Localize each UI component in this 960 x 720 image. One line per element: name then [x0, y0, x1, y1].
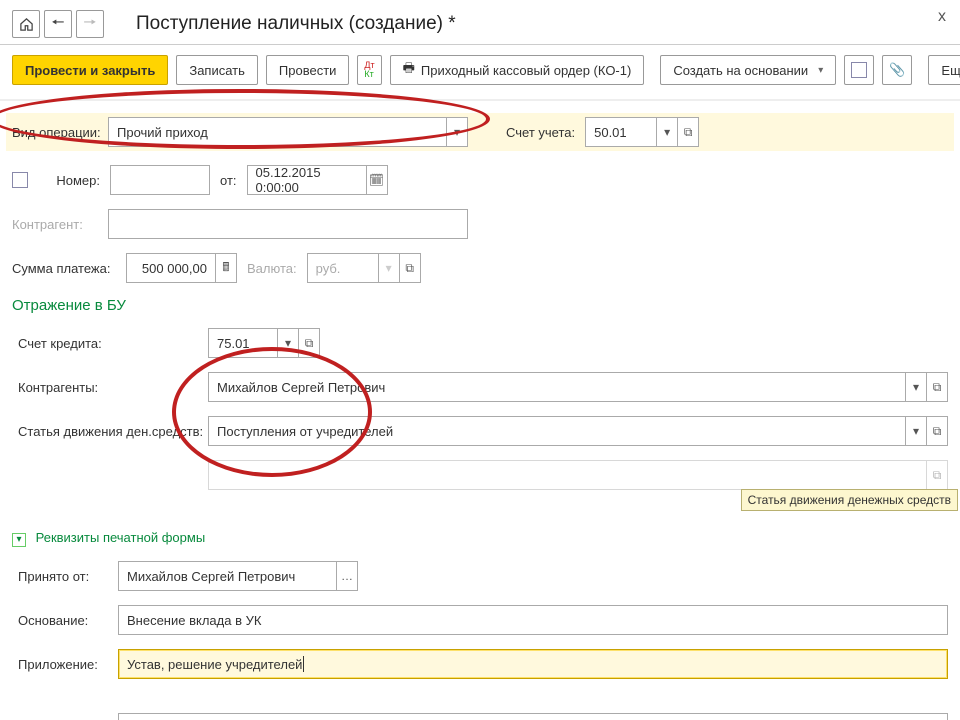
create-based-on-button[interactable]: Создать на основании ▾ — [660, 55, 836, 85]
label-attachment: Приложение: — [18, 657, 108, 672]
open-icon[interactable]: ⧉ — [926, 416, 948, 446]
printer-icon: 🖶 — [403, 59, 415, 81]
chevron-down-icon: ▾ — [818, 65, 823, 76]
open-icon[interactable]: ⧉ — [677, 117, 699, 147]
comment-field[interactable] — [118, 713, 948, 720]
label-counterparty: Контрагент: — [12, 217, 98, 232]
date-field[interactable]: 05.12.2015 0:00:00 — [247, 165, 367, 195]
topbar: 🠔 🠖 Поступление наличных (создание) * — [0, 0, 960, 45]
forward-icon[interactable]: 🠖 — [76, 10, 104, 38]
open-icon[interactable]: ⧉ — [399, 253, 421, 283]
chevron-down-icon[interactable]: ▾ — [378, 253, 400, 283]
label-account: Счет учета: — [506, 125, 575, 140]
document-icon — [12, 172, 28, 188]
chevron-down-icon[interactable]: ▾ — [656, 117, 678, 147]
print-order-button[interactable]: 🖶 Приходный кассовый ордер (КО-1) — [390, 55, 645, 85]
home-icon[interactable] — [12, 10, 40, 38]
ellipsis-icon[interactable]: … — [336, 561, 358, 591]
label-from: от: — [220, 173, 237, 188]
chevron-down-icon[interactable]: ▾ — [905, 372, 927, 402]
account-field[interactable]: 50.01 — [585, 117, 657, 147]
calculator-icon[interactable]: 🖩 — [215, 253, 237, 283]
attachment-field[interactable]: Устав, решение учредителей — [118, 649, 948, 679]
label-operation-type: Вид операции: — [12, 125, 98, 140]
back-icon[interactable]: 🠔 — [44, 10, 72, 38]
dtkt-icon[interactable]: ДтКт — [357, 55, 381, 85]
counterparty-field — [108, 209, 468, 239]
cash-flow-field[interactable]: Поступления от учредителей — [208, 416, 906, 446]
label-agents: Контрагенты: — [18, 380, 198, 395]
label-number: Номер: — [44, 173, 100, 188]
open-icon[interactable]: ⧉ — [926, 372, 948, 402]
post-and-close-button[interactable]: Провести и закрыть — [12, 55, 168, 85]
label-credit-account: Счет кредита: — [18, 336, 198, 351]
tooltip: Статья движения денежных средств — [741, 489, 958, 511]
credit-account-field[interactable]: 75.01 — [208, 328, 278, 358]
label-cash-flow: Статья движения ден.средств: — [18, 424, 198, 439]
toolbar: Провести и закрыть Записать Провести ДтК… — [0, 45, 960, 101]
chevron-down-icon[interactable]: ▾ — [277, 328, 299, 358]
report-icon[interactable] — [844, 55, 874, 85]
page-title: Поступление наличных (создание) * — [136, 13, 456, 35]
post-button[interactable]: Провести — [266, 55, 350, 85]
label-received-from: Принято от: — [18, 569, 108, 584]
received-from-field[interactable]: Михайлов Сергей Петрович — [118, 561, 337, 591]
basis-field[interactable]: Внесение вклада в УК — [118, 605, 948, 635]
more-button[interactable]: Еще ▾ — [928, 55, 960, 85]
number-field[interactable] — [110, 165, 210, 195]
close-icon[interactable]: x — [938, 8, 946, 26]
attachment-icon[interactable]: 📎 — [882, 55, 912, 85]
section-print-form[interactable]: ▾ Реквизиты печатной формы — [12, 530, 948, 547]
disabled-subrow — [208, 460, 927, 490]
calendar-icon[interactable]: 🗓 — [366, 165, 388, 195]
label-sum: Сумма платежа: — [12, 261, 116, 276]
agents-field[interactable]: Михайлов Сергей Петрович — [208, 372, 906, 402]
currency-field: руб. — [307, 253, 379, 283]
chevron-down-icon[interactable]: ▾ — [446, 117, 468, 147]
save-button[interactable]: Записать — [176, 55, 258, 85]
operation-type-select[interactable]: Прочий приход — [108, 117, 447, 147]
open-icon: ⧉ — [926, 460, 948, 490]
label-basis: Основание: — [18, 613, 108, 628]
collapse-icon[interactable]: ▾ — [12, 533, 26, 547]
section-accounting: Отражение в БУ — [12, 297, 948, 314]
label-currency: Валюта: — [247, 261, 297, 276]
chevron-down-icon[interactable]: ▾ — [905, 416, 927, 446]
open-icon[interactable]: ⧉ — [298, 328, 320, 358]
sum-field[interactable]: 500 000,00 — [126, 253, 216, 283]
annotation-ellipse — [172, 347, 372, 477]
